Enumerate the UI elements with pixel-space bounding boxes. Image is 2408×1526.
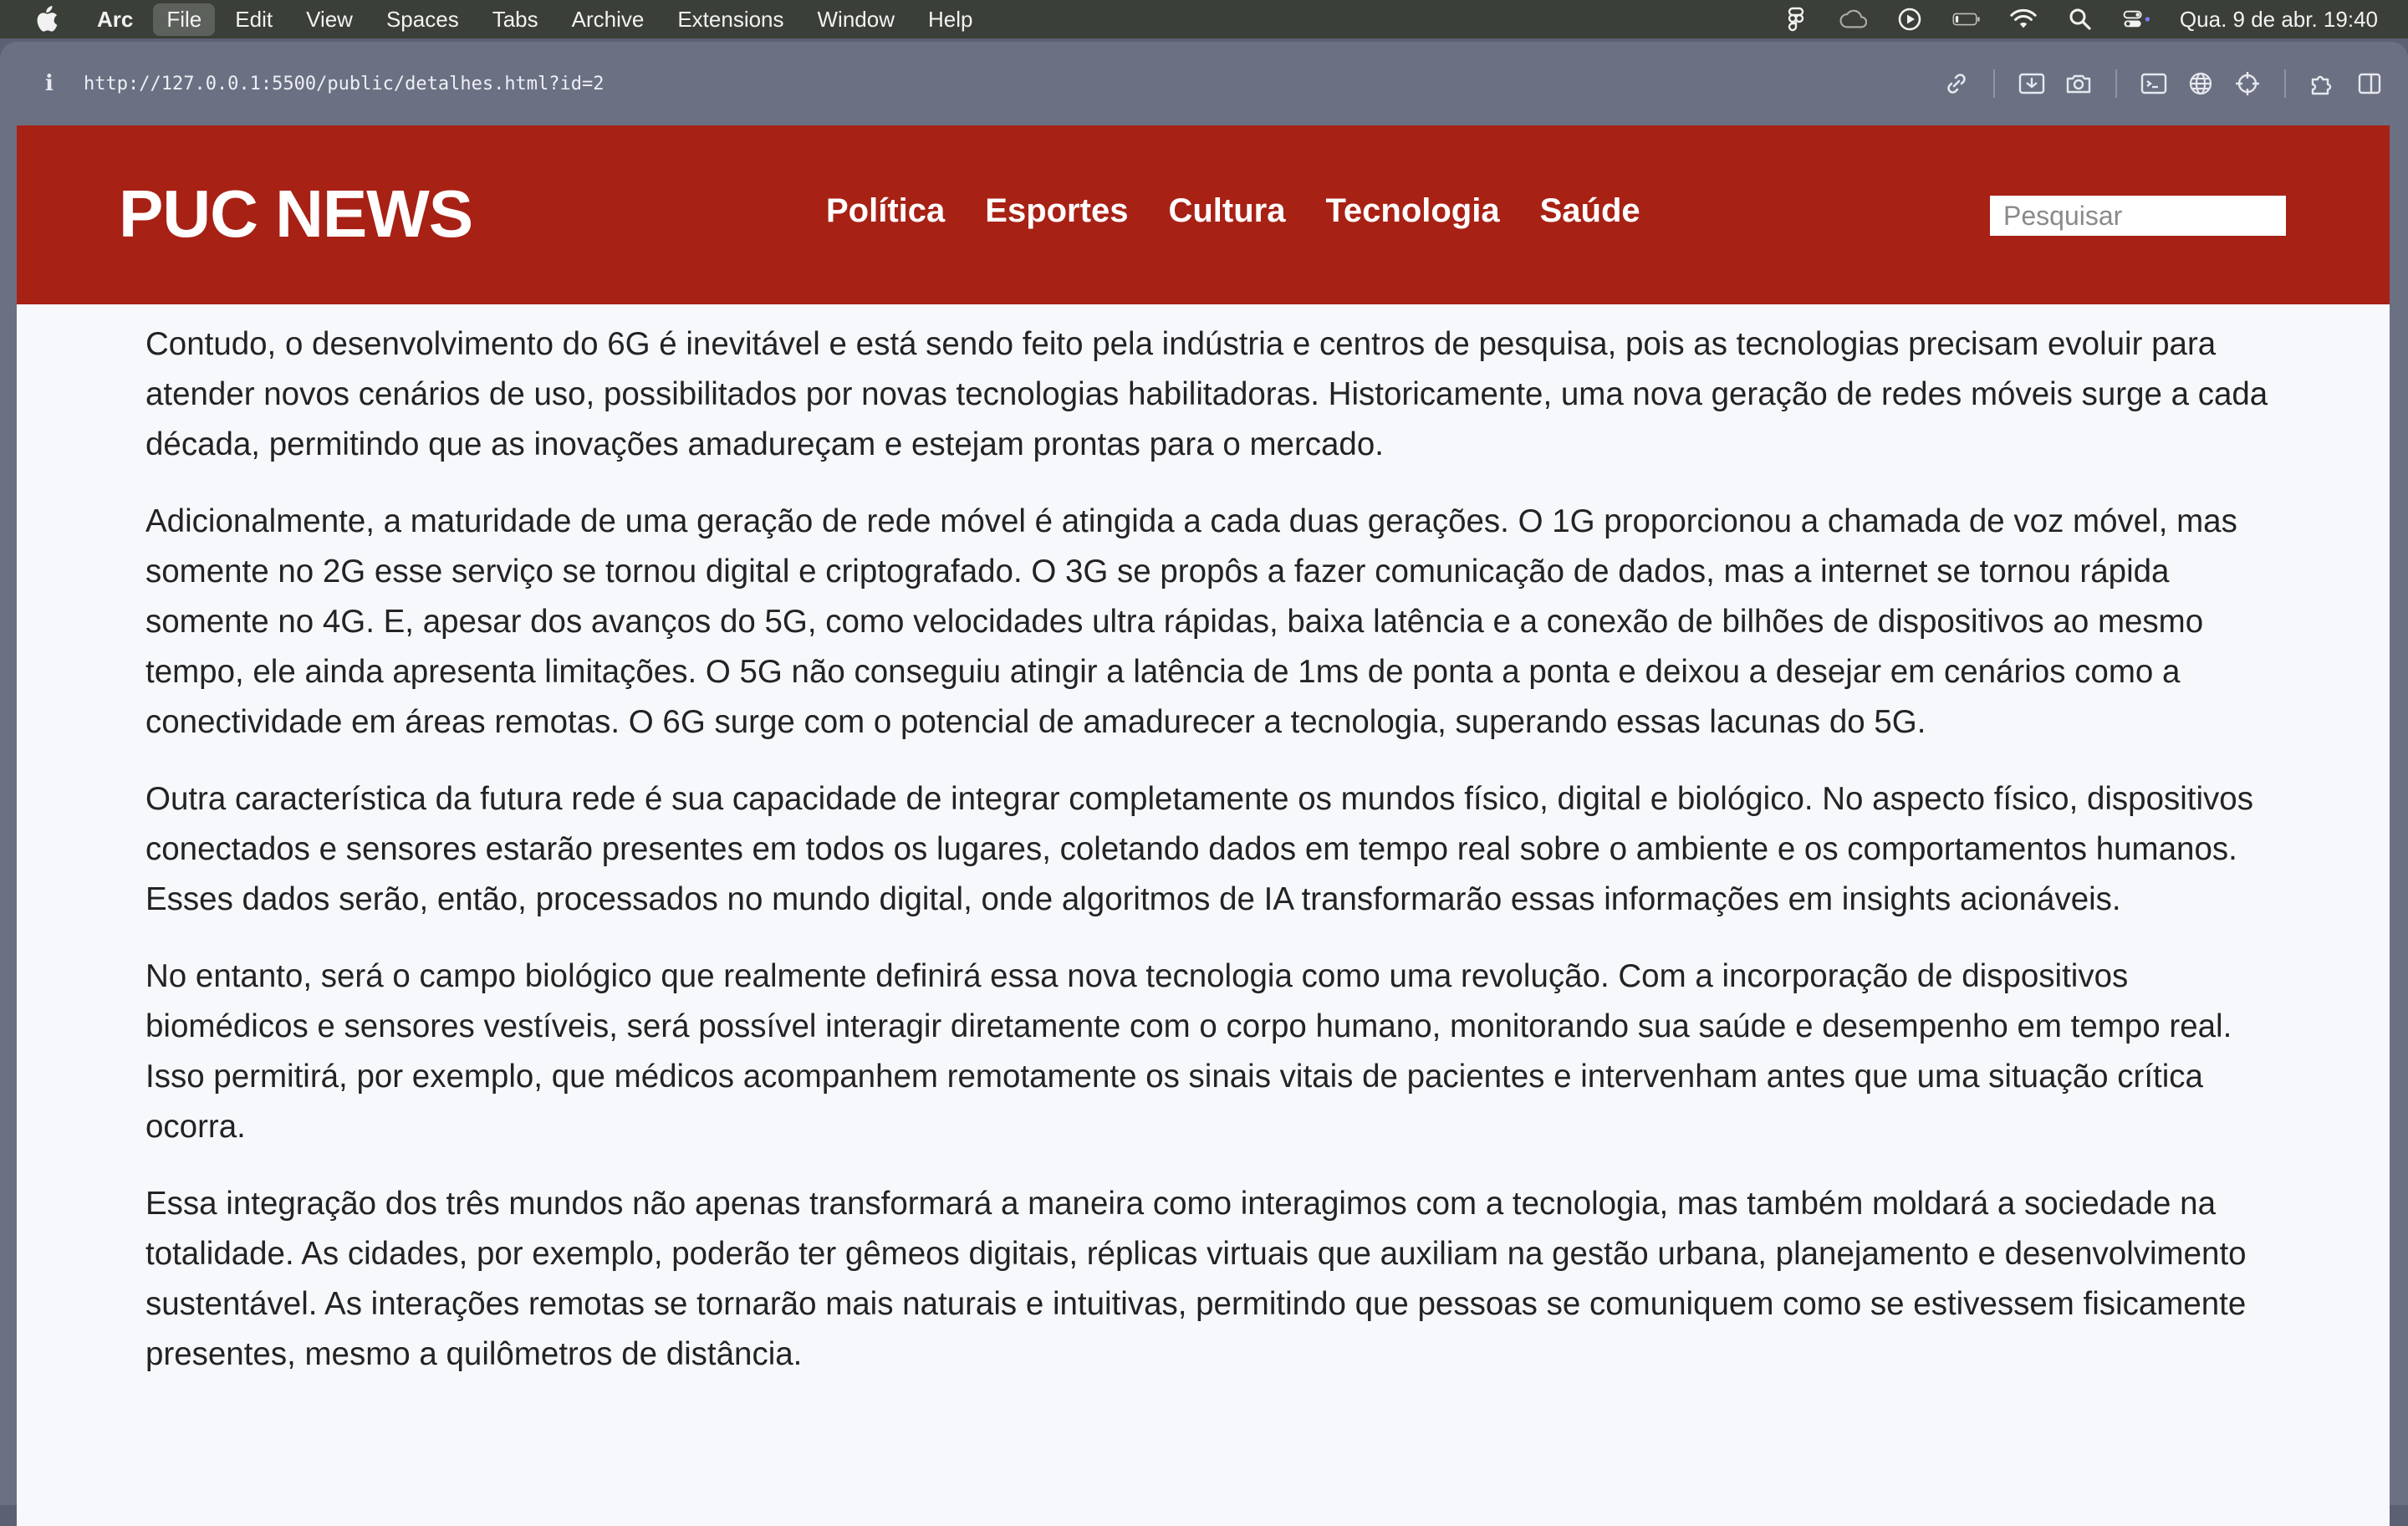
- split-view-icon[interactable]: [2353, 67, 2386, 100]
- menu-file[interactable]: File: [153, 3, 216, 36]
- extensions-icon[interactable]: [2306, 67, 2339, 100]
- menu-edit[interactable]: Edit: [222, 3, 286, 36]
- article-paragraph: Outra característica da futura rede é su…: [145, 781, 2253, 917]
- article-paragraph: No entanto, será o campo biológico que r…: [145, 958, 2232, 1145]
- nav-link-cultura[interactable]: Cultura: [1168, 192, 1285, 230]
- console-icon[interactable]: [2137, 67, 2171, 100]
- site-info-icon[interactable]: i: [45, 71, 62, 96]
- toolbar-divider: [2284, 69, 2286, 98]
- address-bar[interactable]: i http://127.0.0.1:5500/public/detalhes.…: [0, 42, 2408, 125]
- globe-icon[interactable]: [2184, 67, 2217, 100]
- category-nav: Política Esportes Cultura Tecnologia Saú…: [826, 192, 1640, 230]
- menu-archive[interactable]: Archive: [559, 3, 658, 36]
- article-paragraph: Essa integração dos três mundos não apen…: [145, 1186, 2247, 1372]
- toolbar: [1926, 67, 2386, 100]
- article-paragraph: Adicionalmente, a maturidade de uma gera…: [145, 503, 2237, 740]
- menu-tabs[interactable]: Tabs: [479, 3, 552, 36]
- apple-logo-icon[interactable]: [33, 6, 59, 32]
- figma-icon[interactable]: [1782, 7, 1810, 32]
- battery-icon[interactable]: [1952, 7, 1981, 32]
- play-circle-icon[interactable]: [1895, 7, 1924, 32]
- wifi-icon[interactable]: [2009, 7, 2038, 32]
- search-input[interactable]: [1990, 196, 2286, 236]
- spotlight-search-icon[interactable]: [2066, 7, 2094, 32]
- browser-window: i http://127.0.0.1:5500/public/detalhes.…: [0, 42, 2408, 1526]
- toolbar-divider: [1993, 69, 1995, 98]
- copy-link-icon[interactable]: [1940, 67, 1973, 100]
- menu-extensions[interactable]: Extensions: [664, 3, 797, 36]
- web-page: PUC NEWS Política Esportes Cultura Tecno…: [17, 125, 2390, 1526]
- camera-icon[interactable]: [2062, 67, 2095, 100]
- menu-help[interactable]: Help: [915, 3, 986, 36]
- menu-spaces[interactable]: Spaces: [373, 3, 472, 36]
- nav-link-tecnologia[interactable]: Tecnologia: [1325, 192, 1499, 230]
- menu-clock[interactable]: Qua. 9 de abr. 19:40: [2180, 7, 2378, 33]
- article-body: Contudo, o desenvolvimento do 6G é inevi…: [145, 319, 2286, 1406]
- nav-link-saude[interactable]: Saúde: [1540, 192, 1640, 230]
- creative-cloud-icon[interactable]: [1839, 7, 1867, 32]
- menu-view[interactable]: View: [293, 3, 366, 36]
- article-paragraph: Contudo, o desenvolvimento do 6G é inevi…: [145, 326, 2268, 462]
- menu-bar: Arc File Edit View Spaces Tabs Archive E…: [0, 0, 2408, 38]
- site-logo[interactable]: PUC NEWS: [119, 176, 473, 253]
- menu-window[interactable]: Window: [804, 3, 908, 36]
- nav-link-politica[interactable]: Política: [826, 192, 945, 230]
- crosshair-icon[interactable]: [2231, 67, 2264, 100]
- site-header: PUC NEWS Política Esportes Cultura Tecno…: [17, 125, 2390, 304]
- toolbar-divider: [2115, 69, 2117, 98]
- nav-link-esportes[interactable]: Esportes: [985, 192, 1128, 230]
- capture-icon[interactable]: [2015, 67, 2048, 100]
- control-center-icon[interactable]: [2123, 7, 2151, 32]
- url-text[interactable]: http://127.0.0.1:5500/public/detalhes.ht…: [84, 74, 605, 94]
- menu-app-name[interactable]: Arc: [84, 3, 146, 36]
